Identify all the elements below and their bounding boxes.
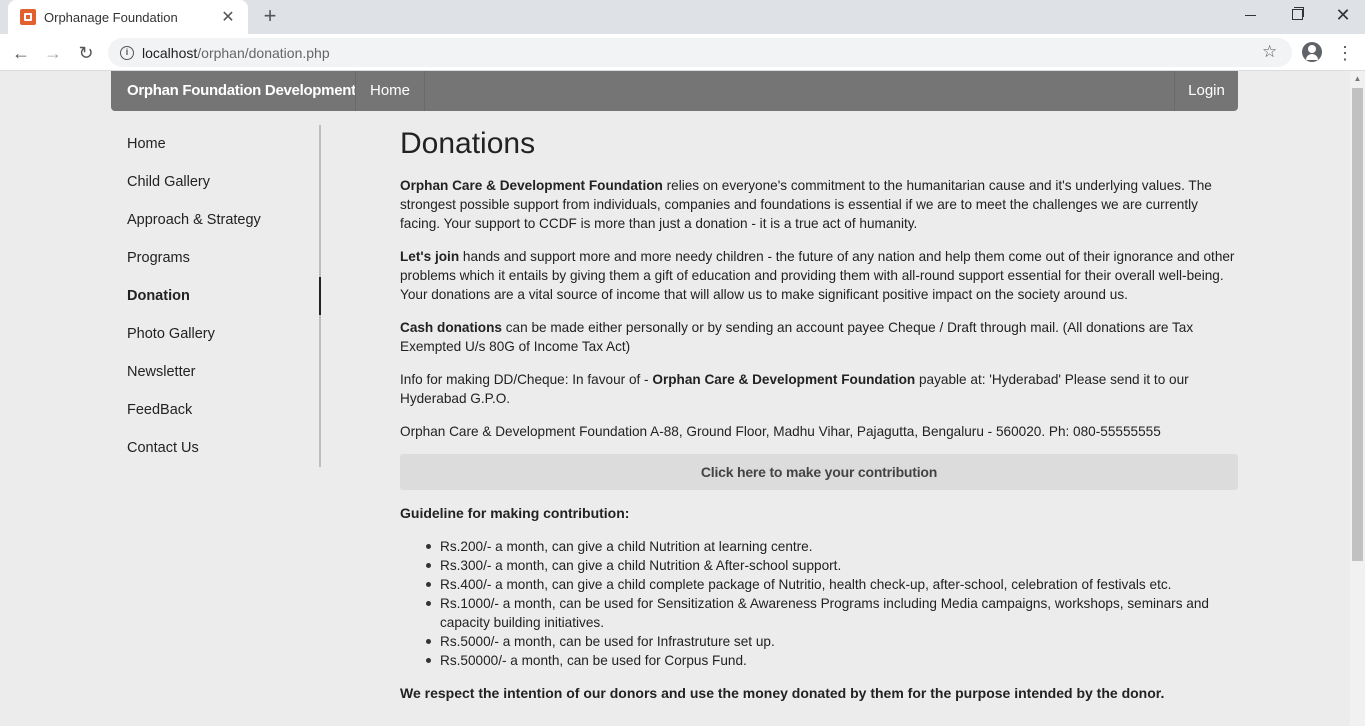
sidebar-item-home[interactable]: Home (127, 125, 317, 163)
cash-bold: Cash donations (400, 320, 502, 335)
join-paragraph: Let's join hands and support more and mo… (400, 247, 1240, 304)
site-info-icon[interactable]: i (120, 45, 134, 60)
new-tab-icon[interactable]: + (258, 4, 282, 28)
sidebar-item-feedback[interactable]: FeedBack (127, 391, 317, 429)
list-item: Rs.300/- a month, can give a child Nutri… (426, 556, 1240, 575)
sidebar-item-programs[interactable]: Programs (127, 239, 317, 277)
address-paragraph: Orphan Care & Development Foundation A-8… (400, 424, 1161, 439)
list-item: Rs.1000/- a month, can be used for Sensi… (426, 594, 1240, 632)
window-restore-icon[interactable] (1274, 0, 1320, 30)
url-path: /orphan/donation.php (197, 44, 330, 61)
forward-arrow-icon[interactable]: → (40, 40, 66, 66)
list-item: Rs.200/- a month, can give a child Nutri… (426, 537, 1240, 556)
cash-paragraph: Cash donations can be made either person… (400, 318, 1240, 356)
navbar-login-link[interactable]: Login (1174, 71, 1238, 111)
list-item: Rs.400/- a month, can give a child compl… (426, 575, 1240, 594)
cash-text: can be made either personally or by send… (400, 320, 1194, 354)
cheque-paragraph: Info for making DD/Cheque: In favour of … (400, 370, 1240, 408)
page-title: Donations (400, 127, 536, 160)
reload-icon[interactable]: ↻ (73, 40, 99, 66)
tab-title: Orphanage Foundation (44, 9, 178, 25)
window-close-icon[interactable]: ✕ (1320, 0, 1365, 30)
list-item: Rs.50000/- a month, can be used for Corp… (426, 651, 1240, 670)
guideline-list: Rs.200/- a month, can give a child Nutri… (426, 537, 1240, 670)
intro-bold: Orphan Care & Development Foundation (400, 178, 663, 193)
navbar-home-link[interactable]: Home (355, 71, 425, 111)
browser-toolbar: ← → ↻ i localhost/orphan/donation.php ☆ … (0, 34, 1365, 71)
top-navbar: Orphan Foundation Development Home Login (111, 71, 1238, 111)
navbar-brand[interactable]: Orphan Foundation Development (127, 71, 356, 111)
cheque-pre: Info for making DD/Cheque: In favour of … (400, 372, 653, 387)
account-icon[interactable] (1302, 42, 1322, 62)
sidebar-item-donation[interactable]: Donation (127, 277, 317, 315)
sidebar-item-newsletter[interactable]: Newsletter (127, 353, 317, 391)
bookmark-star-icon[interactable]: ☆ (1262, 42, 1277, 62)
sidebar-item-approach-strategy[interactable]: Approach & Strategy (127, 201, 317, 239)
sidebar-item-contact-us[interactable]: Contact Us (127, 429, 317, 467)
join-text: hands and support more and more needy ch… (400, 249, 1235, 302)
scrollbar-thumb[interactable] (1352, 88, 1363, 561)
url-host: localhost (142, 44, 198, 61)
scroll-up-arrow-icon[interactable]: ▲ (1350, 71, 1365, 86)
tab-close-icon[interactable]: ✕ (220, 7, 236, 27)
join-bold: Let's join (400, 249, 460, 264)
make-contribution-button[interactable]: Click here to make your contribution (400, 454, 1238, 490)
xampp-favicon-icon (20, 9, 36, 25)
list-item: Rs.5000/- a month, can be used for Infra… (426, 632, 1240, 651)
browser-menu-icon[interactable]: ⋮ (1336, 40, 1354, 66)
sidebar-active-indicator (319, 277, 321, 315)
window-minimize-icon[interactable] (1228, 0, 1274, 30)
sidebar-item-photo-gallery[interactable]: Photo Gallery (127, 315, 317, 353)
back-arrow-icon[interactable]: ← (8, 40, 34, 66)
cheque-bold: Orphan Care & Development Foundation (652, 372, 916, 387)
address-bar[interactable]: i localhost/orphan/donation.php (108, 38, 1292, 67)
sidebar-nav: Home Child Gallery Approach & Strategy P… (111, 125, 321, 467)
browser-tabstrip: Orphanage Foundation ✕ + ✕ (0, 0, 1365, 34)
guideline-title: Guideline for making contribution: (400, 505, 630, 521)
page-scrollbar[interactable]: ▲ (1350, 71, 1365, 726)
donor-respect-statement: We respect the intention of our donors a… (400, 685, 1165, 701)
intro-paragraph: Orphan Care & Development Foundation rel… (400, 176, 1240, 233)
sidebar-item-child-gallery[interactable]: Child Gallery (127, 163, 317, 201)
browser-tab[interactable]: Orphanage Foundation ✕ (8, 0, 248, 34)
